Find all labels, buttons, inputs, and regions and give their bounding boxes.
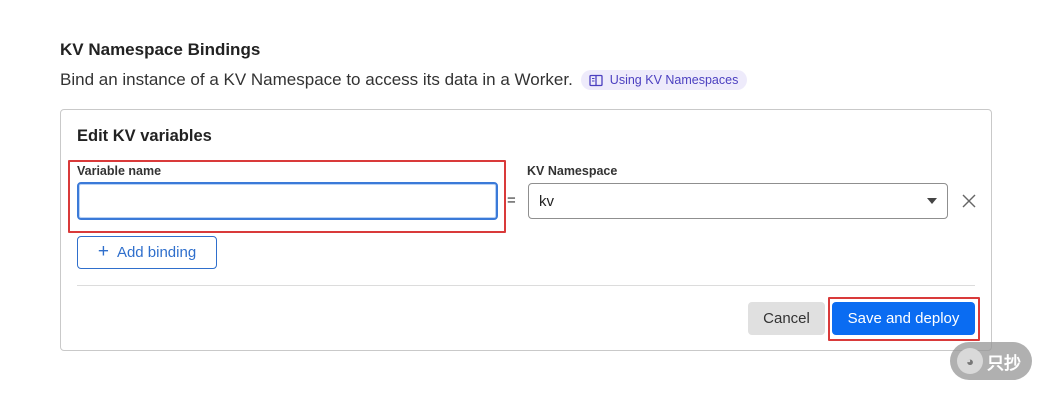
page: KV Namespace Bindings Bind an instance o… <box>0 0 1045 396</box>
watermark-text: 只抄 <box>987 353 1021 373</box>
card-title: Edit KV variables <box>77 127 212 145</box>
watermark-badge: ◕ 只抄 <box>950 342 1032 380</box>
section-description: Bind an instance of a KV Namespace to ac… <box>60 70 573 89</box>
kv-namespace-select[interactable]: kv <box>528 183 948 219</box>
mascot-icon: ◕ <box>957 348 983 374</box>
variable-name-input[interactable] <box>77 182 498 220</box>
cancel-button[interactable]: Cancel <box>748 302 825 335</box>
section-description-row: Bind an instance of a KV Namespace to ac… <box>60 70 748 90</box>
remove-binding-button[interactable] <box>960 192 978 210</box>
using-kv-namespaces-link[interactable]: Using KV Namespaces <box>580 70 748 90</box>
add-binding-label: Add binding <box>116 244 197 261</box>
kv-namespace-label: KV Namespace <box>527 164 618 178</box>
add-binding-button[interactable]: + Add binding <box>77 236 217 269</box>
edit-kv-variables-card: Edit KV variables Variable name KV Names… <box>60 109 992 351</box>
close-icon <box>960 194 978 214</box>
section-title: KV Namespace Bindings <box>60 40 261 59</box>
book-icon <box>589 74 603 87</box>
kv-namespace-selected-value: kv <box>539 192 554 210</box>
doc-link-label: Using KV Namespaces <box>609 73 739 87</box>
equals-sign: = <box>507 192 516 209</box>
variable-name-label: Variable name <box>77 164 162 178</box>
divider <box>77 285 975 286</box>
save-and-deploy-button[interactable]: Save and deploy <box>832 302 975 335</box>
caret-down-icon <box>927 198 937 204</box>
plus-icon: + <box>97 241 109 262</box>
